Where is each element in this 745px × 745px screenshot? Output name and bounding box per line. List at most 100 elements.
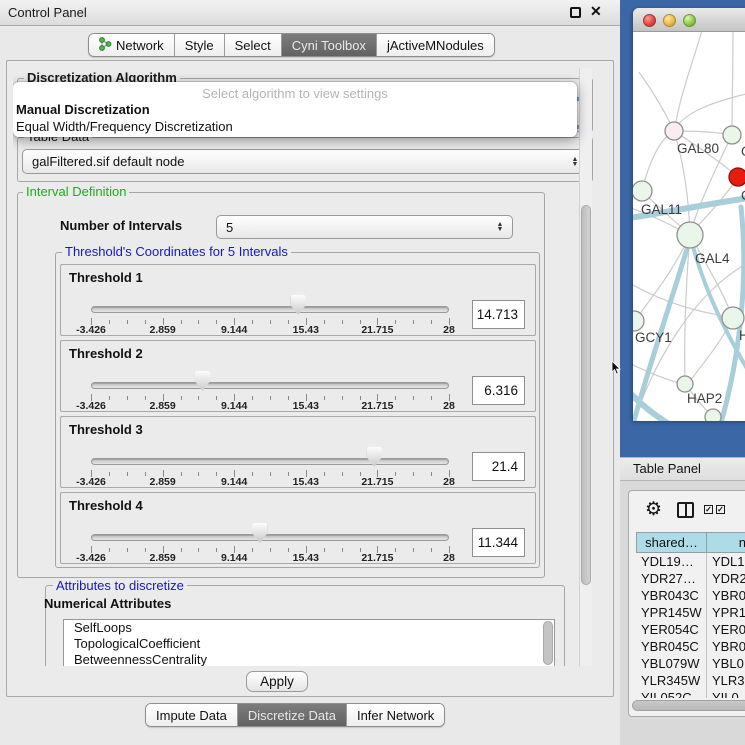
network-view-window[interactable]: GAL80GACGAL11GAL4GCY1HHAP2 xyxy=(633,8,745,421)
table-row[interactable]: YPR145WYPR1 xyxy=(636,604,745,621)
cell-shared-name[interactable]: YBR043C xyxy=(636,587,707,604)
cell-shared-name[interactable]: YER054C xyxy=(636,621,707,638)
close-icon[interactable]: ✕ xyxy=(590,3,602,20)
column-header-shared-name[interactable]: shared… xyxy=(636,532,707,553)
threshold-2-slider[interactable]: -3.4262.8599.14415.4321.71528 xyxy=(91,341,449,413)
algorithm-hint-option[interactable]: Select algorithm to view settings xyxy=(13,86,577,101)
table-row[interactable]: YIL052CYIL0 xyxy=(636,689,745,698)
network-node-gal11[interactable] xyxy=(633,181,652,201)
attribute-list-item[interactable]: BetweennessCentrality xyxy=(64,652,554,666)
slider-tick-labels: -3.4262.8599.14415.4321.71528 xyxy=(91,400,449,412)
attribute-list-item[interactable]: SelfLoops xyxy=(64,620,554,636)
checkbox-select-all-icon[interactable]: ✓ xyxy=(704,505,713,514)
threshold-2-value-field[interactable]: 6.316 xyxy=(472,376,525,405)
cell-shared-name[interactable]: YDR27… xyxy=(636,570,707,587)
tab-infer-network-label: Infer Network xyxy=(357,708,434,723)
settings-scroll-viewport: Discretization Algorithm ▲▼ Select algor… xyxy=(13,68,593,666)
network-node-selected[interactable] xyxy=(729,168,745,186)
slider-track[interactable] xyxy=(91,306,449,313)
network-edge[interactable] xyxy=(639,72,672,127)
minimize-traffic-light[interactable] xyxy=(663,14,676,27)
table-row[interactable]: YER054CYER0 xyxy=(636,621,745,638)
network-node-h[interactable] xyxy=(722,307,744,329)
cell-name[interactable]: YLR3 xyxy=(707,672,745,689)
column-selector-icon[interactable] xyxy=(677,502,694,518)
column-header-name[interactable]: na xyxy=(707,532,745,553)
float-window-icon[interactable] xyxy=(570,7,581,18)
close-traffic-light[interactable] xyxy=(643,14,656,27)
checkbox-select-none-icon[interactable]: ✓ xyxy=(716,505,725,514)
network-canvas[interactable]: GAL80GACGAL11GAL4GCY1HHAP2 xyxy=(633,32,745,421)
cell-name[interactable]: YDL1 xyxy=(707,553,745,570)
list-scrollbar-thumb[interactable] xyxy=(543,621,553,665)
network-node-hap2[interactable] xyxy=(677,376,693,392)
cell-shared-name[interactable]: YIL052C xyxy=(636,689,707,698)
tab-jactivemnodules[interactable]: jActiveMNodules xyxy=(376,34,494,56)
network-node-gal80[interactable] xyxy=(665,122,683,140)
table-row[interactable]: YBL079WYBL0 xyxy=(636,655,745,672)
tab-cyni-toolbox[interactable]: Cyni Toolbox xyxy=(281,34,376,56)
option-equal-width-frequency[interactable]: Equal Width/Frequency Discretization xyxy=(16,119,233,134)
slider-track[interactable] xyxy=(91,382,449,389)
tab-network[interactable]: Network xyxy=(89,34,174,56)
tab-select[interactable]: Select xyxy=(224,34,281,56)
threshold-4-slider[interactable]: -3.4262.8599.14415.4321.71528 xyxy=(91,493,449,565)
network-window-titlebar[interactable] xyxy=(633,8,745,32)
cell-shared-name[interactable]: YPR145W xyxy=(636,604,707,621)
network-edge[interactable] xyxy=(732,32,733,132)
slider-track[interactable] xyxy=(91,458,449,465)
zoom-traffic-light[interactable] xyxy=(683,14,696,27)
cell-name[interactable]: YER0 xyxy=(707,621,745,638)
cell-name[interactable]: YBR0 xyxy=(707,638,745,655)
tab-discretize-data[interactable]: Discretize Data xyxy=(237,704,346,726)
tab-impute-data[interactable]: Impute Data xyxy=(146,704,237,726)
network-edge[interactable] xyxy=(675,32,703,127)
apply-button[interactable]: Apply xyxy=(246,671,308,692)
node-table[interactable]: shared… na YDL19…YDL1YDR27…YDR2YBR043CYB… xyxy=(636,532,745,698)
table-row[interactable]: YBR043CYBR0 xyxy=(636,587,745,604)
numerical-attributes-list[interactable]: SelfLoopsTopologicalCoefficientBetweenne… xyxy=(63,619,555,666)
threshold-1-slider[interactable]: -3.4262.8599.14415.4321.71528 xyxy=(91,265,449,337)
cell-shared-name[interactable]: YDL19… xyxy=(636,553,707,570)
network-edge[interactable] xyxy=(675,94,745,129)
threshold-3-slider[interactable]: -3.4262.8599.14415.4321.71528 xyxy=(91,417,449,489)
attributes-group-title: Attributes to discretize xyxy=(53,579,187,593)
cell-shared-name[interactable]: YBL079W xyxy=(636,655,707,672)
cell-name[interactable]: YPR1 xyxy=(707,604,745,621)
cell-name[interactable]: YDR2 xyxy=(707,570,745,587)
settings-scrollbar[interactable] xyxy=(579,68,592,666)
table-row[interactable]: YBR045CYBR0 xyxy=(636,638,745,655)
bottom-tab-bar: Impute Data Discretize Data Infer Networ… xyxy=(145,703,445,727)
cell-shared-name[interactable]: YLR345W xyxy=(636,672,707,689)
number-of-intervals-combo[interactable]: 5 ▲▼ xyxy=(216,215,513,239)
option-manual-discretization[interactable]: Manual Discretization xyxy=(16,102,150,117)
threshold-3-value-field[interactable]: 21.4 xyxy=(472,452,525,481)
cell-name[interactable]: YBR0 xyxy=(707,587,745,604)
cell-shared-name[interactable]: YBR045C xyxy=(636,638,707,655)
network-node-gcy1[interactable] xyxy=(633,311,644,331)
network-node-bottom[interactable] xyxy=(705,409,721,421)
table-settings-gear-icon[interactable]: ⚙ xyxy=(645,498,662,521)
cell-name[interactable]: YBL0 xyxy=(707,655,745,672)
tick-label: 21.715 xyxy=(361,552,393,564)
settings-scrollbar-thumb[interactable] xyxy=(581,205,591,585)
table-hscrollbar[interactable] xyxy=(632,700,742,711)
cell-name[interactable]: YIL0 xyxy=(707,689,745,698)
threshold-1-box: Threshold 1 -3.4262.8599.14415.4321.7152… xyxy=(60,264,536,336)
attribute-list-item[interactable]: TopologicalCoefficient xyxy=(64,636,554,652)
network-edge[interactable] xyxy=(633,364,683,384)
tab-infer-network[interactable]: Infer Network xyxy=(346,704,444,726)
table-hscrollbar-thumb[interactable] xyxy=(632,700,745,711)
slider-track[interactable] xyxy=(91,534,449,541)
network-edge[interactable] xyxy=(690,235,732,316)
tab-style[interactable]: Style xyxy=(174,34,224,56)
table-row[interactable]: YLR345WYLR3 xyxy=(636,672,745,689)
threshold-1-value-field[interactable]: 14.713 xyxy=(472,300,525,329)
network-node-gal4[interactable] xyxy=(677,222,703,248)
threshold-4-box: Threshold 4 -3.4262.8599.14415.4321.7152… xyxy=(60,492,536,564)
table-row[interactable]: YDL19…YDL1 xyxy=(636,553,745,570)
table-data-combo[interactable]: galFiltered.sif default node ▲▼ xyxy=(22,149,588,174)
table-row[interactable]: YDR27…YDR2 xyxy=(636,570,745,587)
network-node-ne[interactable] xyxy=(723,126,741,144)
threshold-4-value-field[interactable]: 11.344 xyxy=(472,528,525,557)
